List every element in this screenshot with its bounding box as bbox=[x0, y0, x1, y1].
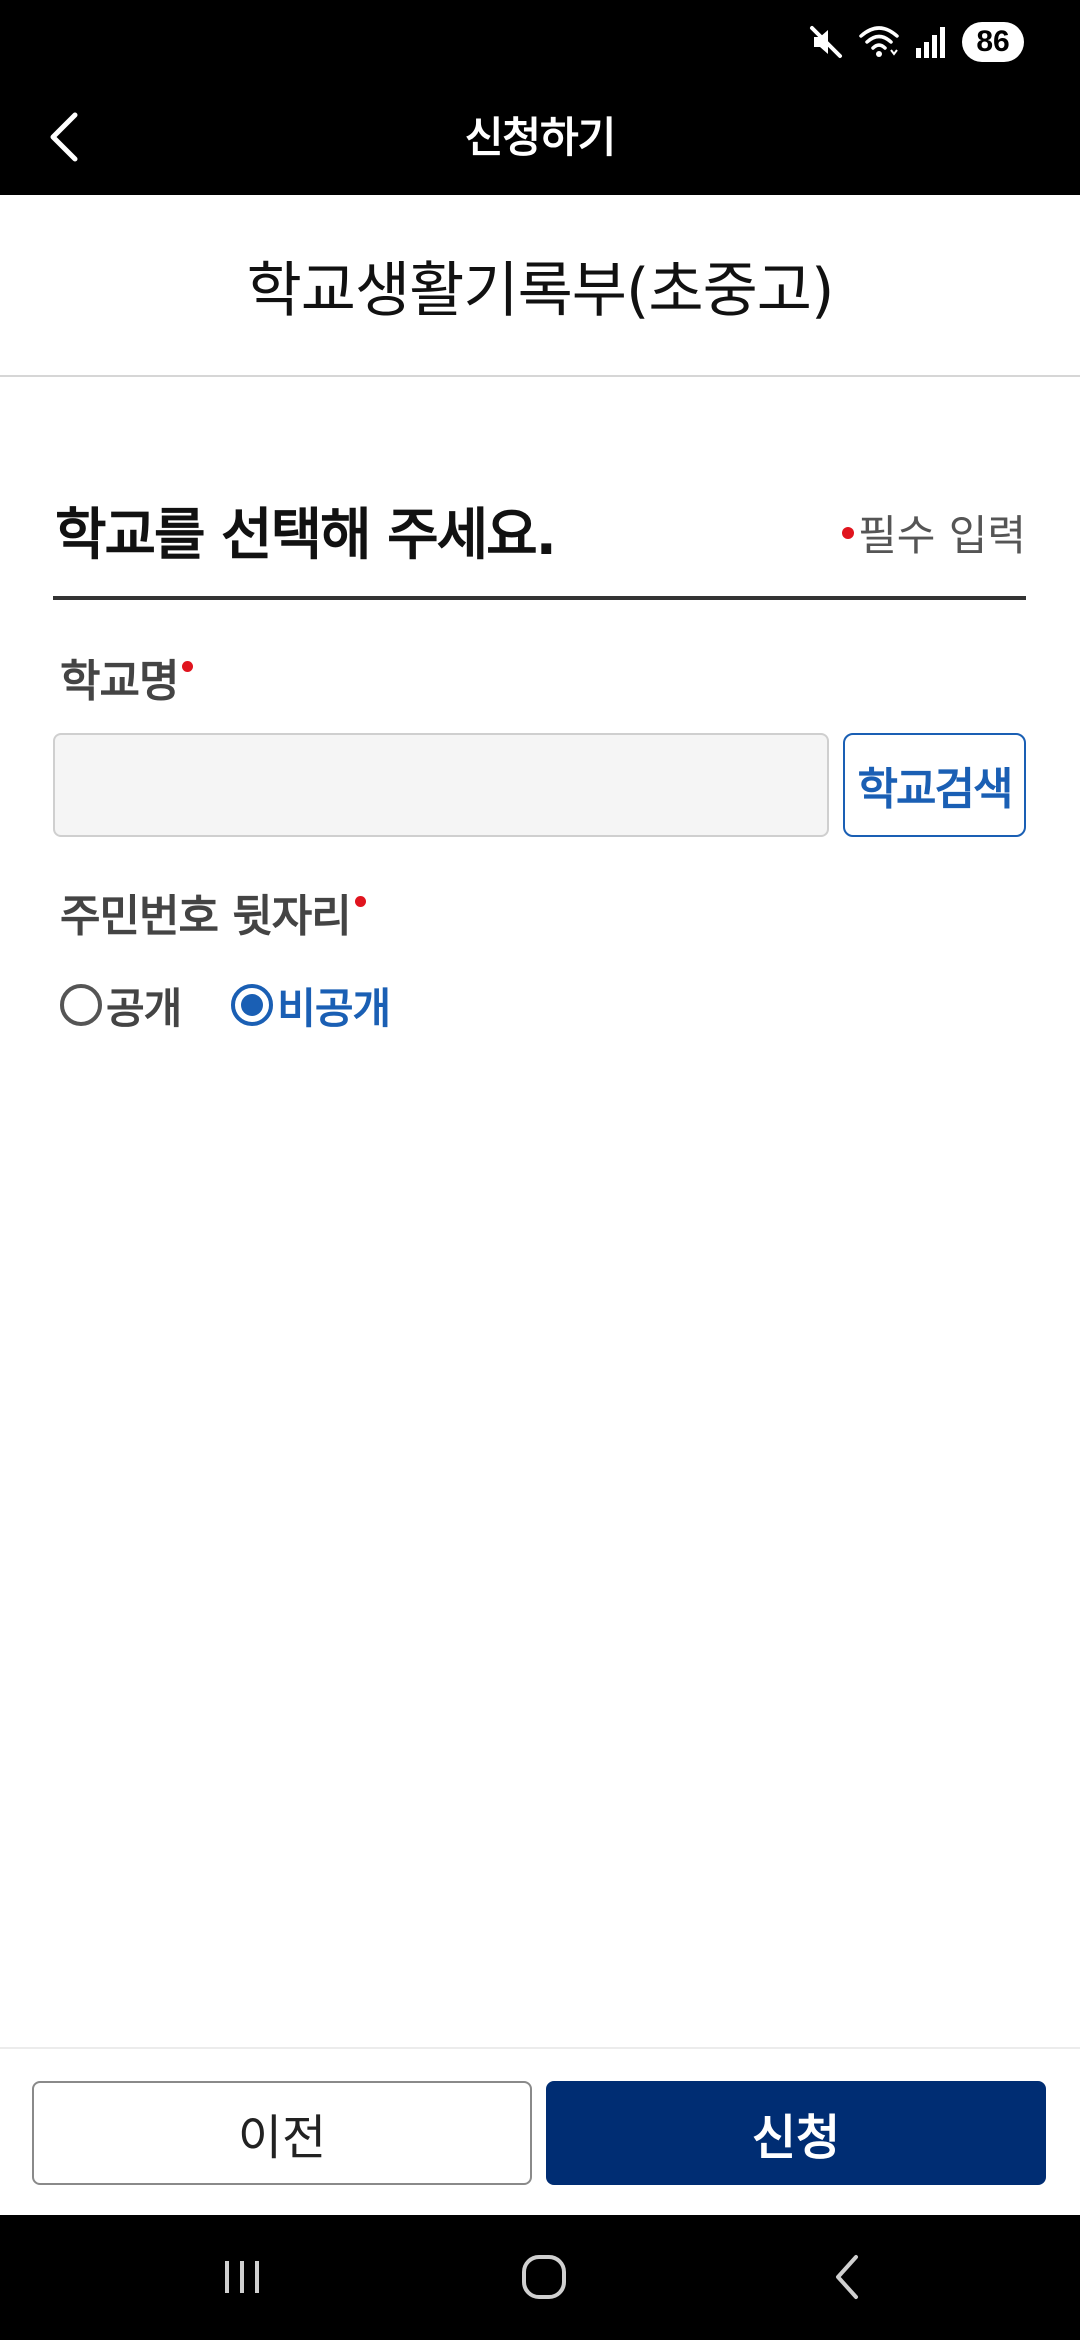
required-dot bbox=[182, 661, 194, 672]
document-title: 학교생활기록부(초중고) bbox=[246, 255, 835, 326]
bottom-action-bar: 이전 신청 bbox=[0, 2047, 1080, 2215]
school-name-label: 학교명 bbox=[60, 645, 194, 709]
screen: 86 신청하기 학교생활기록부(초중고) 학교를 선택해 주세요. 필수 입력 … bbox=[0, 0, 1080, 2340]
school-name-input[interactable] bbox=[53, 733, 829, 837]
document-header: 학교생활기록부(초중고) bbox=[0, 195, 1080, 377]
section-header: 학교를 선택해 주세요. 필수 입력 bbox=[53, 470, 1026, 600]
required-dot bbox=[354, 896, 366, 907]
radio-public-label: 공개 bbox=[106, 983, 182, 1033]
system-back-button[interactable] bbox=[803, 2237, 893, 2317]
school-name-label-text: 학교명 bbox=[60, 656, 179, 707]
school-search-button[interactable]: 학교검색 bbox=[843, 733, 1026, 837]
section-title: 학교를 선택해 주세요. bbox=[55, 503, 557, 568]
status-bar: 86 bbox=[0, 0, 1080, 80]
required-dot bbox=[842, 526, 855, 539]
app-bar-title: 신청하기 bbox=[464, 113, 617, 162]
radio-unchecked-icon bbox=[60, 984, 102, 1026]
recents-icon bbox=[225, 2261, 259, 2293]
ssn-back-label: 주민번호 뒷자리 bbox=[60, 880, 366, 944]
radio-public[interactable]: 공개 bbox=[60, 975, 182, 1036]
previous-button[interactable]: 이전 bbox=[32, 2081, 532, 2185]
top-app-bar: 신청하기 bbox=[0, 80, 1080, 195]
ssn-back-label-text: 주민번호 뒷자리 bbox=[60, 891, 352, 942]
required-note: 필수 입력 bbox=[842, 502, 1026, 563]
required-note-label: 필수 입력 bbox=[858, 511, 1026, 560]
back-icon bbox=[836, 2255, 858, 2299]
recents-button[interactable] bbox=[197, 2237, 287, 2317]
battery-icon: 86 bbox=[962, 22, 1024, 62]
wifi-icon bbox=[858, 24, 900, 60]
radio-private[interactable]: 비공개 bbox=[231, 975, 391, 1036]
signal-icon bbox=[914, 24, 948, 60]
radio-private-label: 비공개 bbox=[277, 983, 391, 1033]
system-nav-bar bbox=[0, 2215, 1080, 2340]
status-icons: 86 bbox=[808, 22, 1024, 62]
home-icon bbox=[522, 2255, 566, 2299]
home-button[interactable] bbox=[499, 2237, 589, 2317]
ssn-visibility-radio-group: 공개 비공개 bbox=[60, 975, 440, 1035]
mute-icon bbox=[808, 24, 844, 60]
apply-button[interactable]: 신청 bbox=[546, 2081, 1046, 2185]
radio-checked-icon bbox=[231, 984, 274, 1026]
